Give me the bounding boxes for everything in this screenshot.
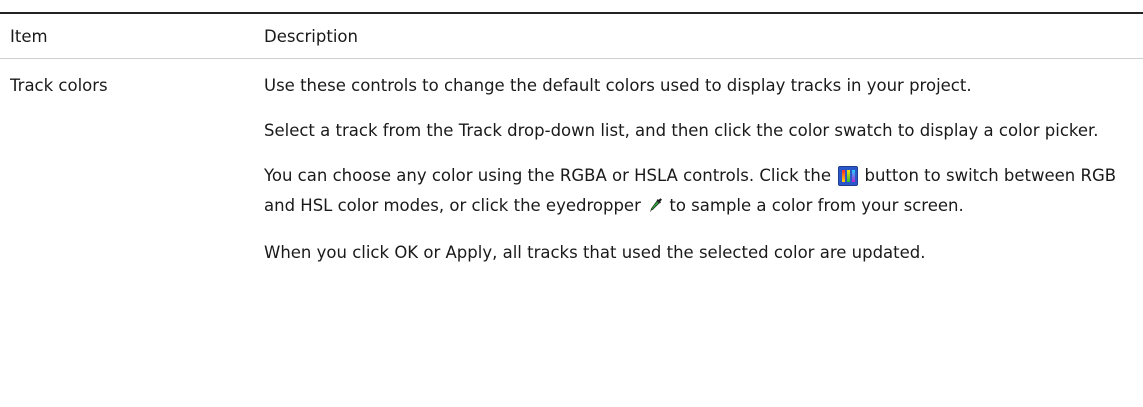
rgb-hsl-toggle-icon: [838, 166, 859, 186]
table-row: Track colors Use these controls to chang…: [0, 59, 1143, 268]
p2-text-post: drop-down list, and then click the color…: [501, 121, 1099, 140]
description-paragraph-1: Use these controls to change the default…: [264, 76, 972, 95]
apply-term: Apply: [445, 243, 493, 262]
description-paragraph-2: Select a track from the Track drop-down …: [264, 116, 1123, 146]
p4-text-mid: or: [418, 243, 446, 262]
header-description: Description: [264, 26, 358, 46]
p4-text-post: , all tracks that used the selected colo…: [492, 243, 926, 262]
eyedropper-icon: [649, 193, 663, 223]
description-paragraph-4: When you click OK or Apply, all tracks t…: [264, 238, 1123, 268]
options-table: Item Description Track colors Use these …: [0, 12, 1143, 268]
p3-text-pre: You can choose any color using the RGBA …: [264, 166, 837, 185]
description-paragraph-3: You can choose any color using the RGBA …: [264, 161, 1123, 223]
row-description: Use these controls to change the default…: [264, 71, 1143, 268]
p4-text-pre: When you click: [264, 243, 395, 262]
header-item: Item: [10, 26, 48, 46]
ok-term: OK: [394, 243, 419, 262]
track-term: Track: [458, 121, 502, 140]
p2-text-pre: Select a track from the: [264, 121, 459, 140]
row-item-label: Track colors: [10, 76, 108, 95]
p3-text-post: to sample a color from your screen.: [664, 196, 964, 215]
table-header-row: Item Description: [0, 14, 1143, 58]
